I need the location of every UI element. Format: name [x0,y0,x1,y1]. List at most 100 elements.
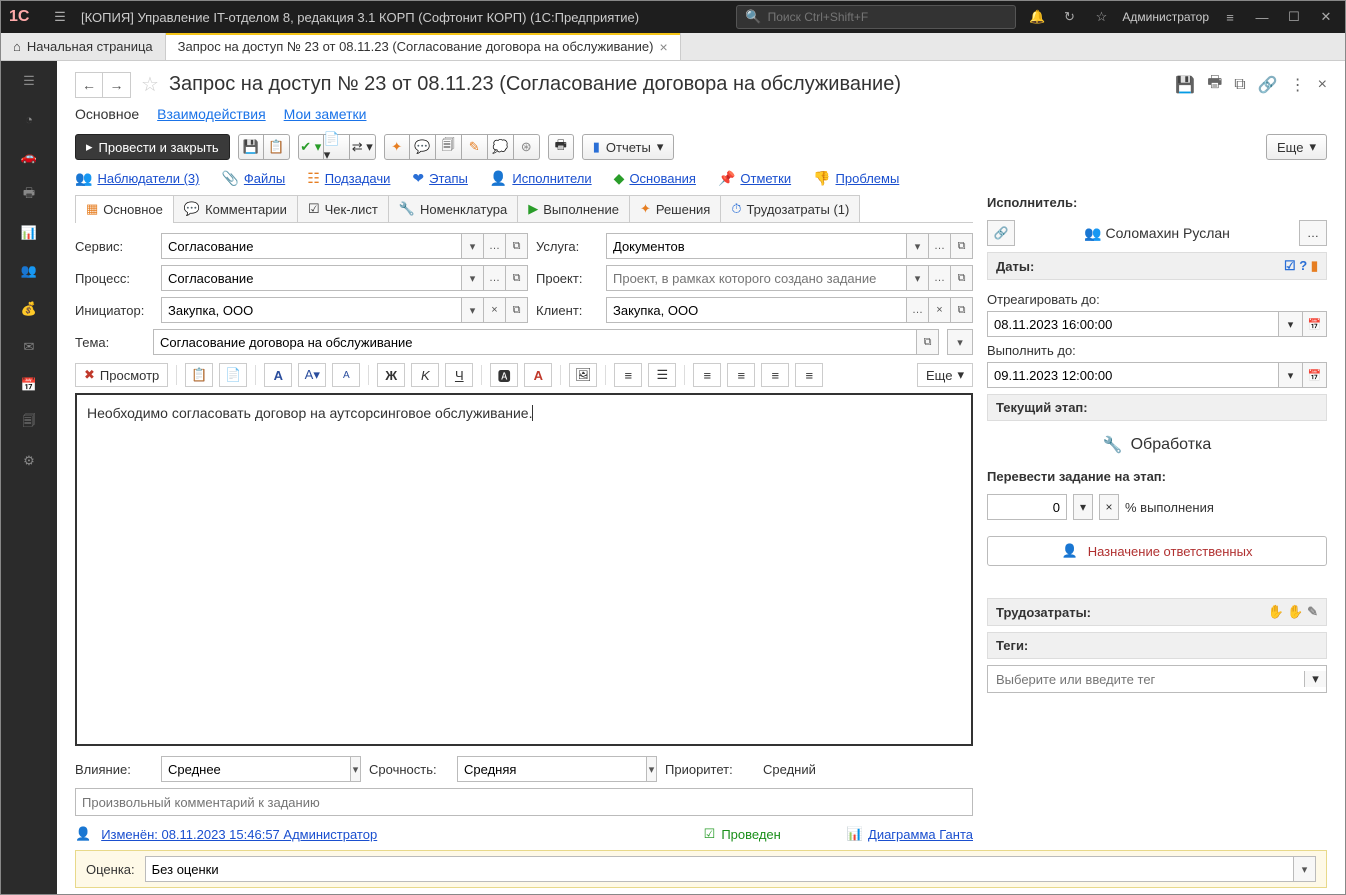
history-icon[interactable]: ↻ [1058,6,1080,28]
executor-more-button[interactable]: … [1299,220,1327,246]
inner-tab-comments[interactable]: 💬Комментарии [173,195,298,222]
link-observers[interactable]: 👥Наблюдатели (3) [75,170,199,187]
subject-dropdown[interactable]: ▾ [947,329,973,355]
open-icon[interactable]: ⧉ [950,234,972,258]
ellipsis-icon[interactable]: … [928,266,950,290]
link-executor-button[interactable]: 🔗 [987,220,1015,246]
global-search[interactable]: 🔍 [736,5,1016,29]
sidebar-chart[interactable]: 📊 [17,221,41,245]
structure-button[interactable]: ⇄ ▾ [350,134,376,160]
tab-current[interactable]: Запрос на доступ № 23 от 08.11.23 (Согла… [166,33,681,60]
open-icon[interactable]: ⧉ [505,234,527,258]
nav-back-button[interactable]: ← [75,72,103,98]
hand2-icon[interactable]: ✋ [1287,604,1303,619]
impact-field[interactable]: ▾ [161,756,361,782]
client-field[interactable]: … × ⧉ [606,297,973,323]
open-icon[interactable]: ⧉ [950,298,972,322]
open-window-icon[interactable]: ⧉ [1234,76,1245,94]
sidebar-calendar[interactable]: 📅 [17,373,41,397]
link-problems[interactable]: 👎Проблемы [813,170,899,187]
dropdown-icon[interactable]: ▾ [906,234,928,258]
sidebar-mail[interactable]: ✉ [17,335,41,359]
dropdown-icon[interactable]: ▾ [906,266,928,290]
urgency-field[interactable]: ▾ [457,756,657,782]
dropdown-icon[interactable]: ▾ [1304,671,1326,687]
tags-field[interactable]: ▾ [987,665,1327,693]
initiator-input[interactable] [162,298,461,322]
tags-input[interactable] [988,672,1304,687]
mode-tab-main[interactable]: Основное [75,106,139,122]
font-color-button[interactable]: A [524,363,552,387]
rating-field[interactable]: ▾ [145,856,1316,882]
comment-field[interactable] [75,788,973,816]
ellipsis-icon[interactable]: … [483,234,505,258]
open-icon[interactable]: ⧉ [950,266,972,290]
check-icon[interactable]: ☑ [1284,258,1296,273]
link-executors[interactable]: 👤Исполнители [490,170,592,187]
process-input[interactable] [162,266,461,290]
star-icon[interactable]: ☆ [1090,6,1112,28]
minimize-icon[interactable]: — [1251,6,1273,28]
impact-input[interactable] [162,757,350,781]
dropdown-icon[interactable]: ▾ [461,298,483,322]
description-editor[interactable]: Необходимо согласовать договор на аутсор… [75,393,973,746]
project-field[interactable]: ▾ … ⧉ [606,265,973,291]
pct-clear[interactable]: × [1099,494,1119,520]
insert-image-button[interactable]: 🖼 [569,363,597,387]
inner-tab-nomenclature[interactable]: 🔧Номенклатура [388,195,518,222]
percent-input[interactable] [987,494,1067,520]
urgency-input[interactable] [458,757,646,781]
inner-tab-execute[interactable]: ▶Выполнение [517,195,630,222]
clear-icon[interactable]: × [483,298,505,322]
mode-tab-notes[interactable]: Мои заметки [284,106,367,122]
due-field[interactable]: ▾ 📅 [987,362,1327,388]
sidebar-docs[interactable]: 🗐 [17,411,41,435]
underline-button[interactable]: Ч [445,363,473,387]
gantt-link[interactable]: Диаграмма Ганта [868,827,973,842]
ellipsis-icon[interactable]: … [928,234,950,258]
due-input[interactable] [987,362,1279,388]
sidebar-dashboard[interactable]: ◔ [17,107,41,131]
close-form-icon[interactable]: × [1318,76,1327,94]
edit-labor-icon[interactable]: ✎ [1307,604,1318,619]
check-dropdown[interactable]: ✔ ▾ [298,134,324,160]
changed-link[interactable]: Изменён: 08.11.2023 15:46:57 Администрат… [101,827,377,842]
rating-input[interactable] [146,857,1293,881]
sidebar-car[interactable]: 🚗 [17,145,41,169]
more-vert-icon[interactable]: ⋮ [1290,75,1306,95]
ellipsis-icon[interactable]: … [906,298,928,322]
note-icon[interactable]: ▮ [1311,258,1318,273]
service-field[interactable]: ▾ … ⧉ [161,233,528,259]
usluga-field[interactable]: ▾ … ⧉ [606,233,973,259]
ai-button[interactable]: ⊛ [514,134,540,160]
list-number-button[interactable]: ☰ [648,363,676,387]
preview-button[interactable]: ✖Просмотр [75,363,168,387]
link-bases[interactable]: ◆Основания [614,170,696,187]
rt-more-button[interactable]: Еще ▾ [917,363,973,387]
more-button[interactable]: Еще ▾ [1266,134,1327,160]
mode-tab-interactions[interactable]: Взаимодействия [157,106,266,122]
project-input[interactable] [607,266,906,290]
copy-button[interactable]: 🗐 [436,134,462,160]
sidebar-users[interactable]: 👥 [17,259,41,283]
align-right-button[interactable]: ≡ [761,363,789,387]
calendar-icon[interactable]: 📅 [1303,362,1327,388]
open-icon[interactable]: ⧉ [505,266,527,290]
inner-tab-decisions[interactable]: ✦Решения [629,195,721,222]
dropdown-icon[interactable]: ▾ [1279,311,1303,337]
reports-button[interactable]: ▮ Отчеты ▾ [582,134,675,160]
settings-icon[interactable]: ≡ [1219,6,1241,28]
nav-forward-button[interactable]: → [103,72,131,98]
assign-responsible-button[interactable]: 👤 Назначение ответственных [987,536,1327,566]
print-icon[interactable]: 🖶 [1207,71,1222,98]
align-left-button[interactable]: ≡ [693,363,721,387]
dropdown-icon[interactable]: ▾ [461,266,483,290]
italic-button[interactable]: K [411,363,439,387]
font-size-button[interactable]: A▾ [298,363,326,387]
inner-tab-main[interactable]: ▦Основное [75,195,174,222]
react-until-input[interactable] [987,311,1279,337]
react-until-field[interactable]: ▾ 📅 [987,311,1327,337]
tab-close-icon[interactable]: × [660,39,668,55]
post-button[interactable]: 📋 [264,134,290,160]
search-input[interactable] [768,10,1008,24]
